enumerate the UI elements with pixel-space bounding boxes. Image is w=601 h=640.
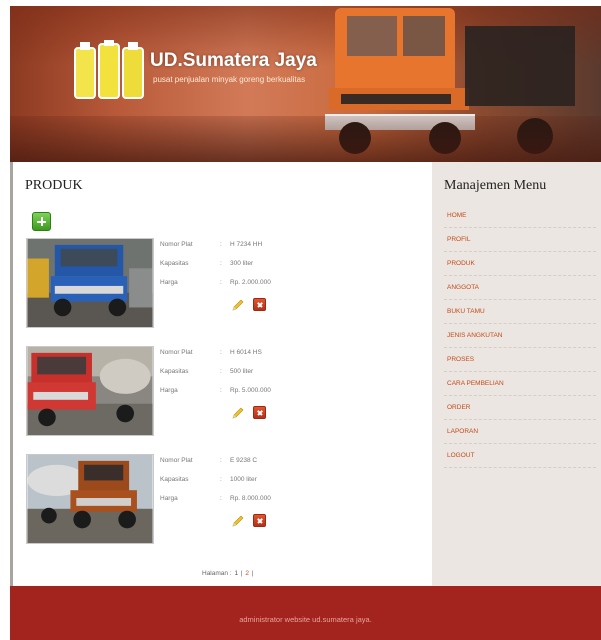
product-item: Nomor Plat : H 7234 HH Kapasitas : 300 l… [13,238,435,330]
product-kapasitas: 1000 liter [230,476,257,483]
site-tagline: pusat penjualan minyak goreng berkualita… [153,75,306,84]
sidebar-item-cara-pembelian[interactable]: CARA PEMBELIAN [444,372,596,396]
product-item: Nomor Plat : H 6014 HS Kapasitas : 500 l… [13,346,435,438]
page-link-2[interactable]: 2 [245,570,249,577]
product-image [26,346,154,436]
sidebar-item-produk[interactable]: PRODUK [444,252,596,276]
product-plat: H 6014 HS [230,349,262,356]
product-harga: Rp. 2.000.000 [230,279,271,286]
oil-bottles-logo [74,40,144,99]
product-image [26,454,154,544]
page-current: 1 [234,570,239,577]
sidebar-item-buku-tamu[interactable]: BUKU TAMU [444,300,596,324]
main-content: PRODUK Nomor Plat : H 7234 HH Kapasitas … [10,162,432,586]
site-header: UD.Sumatera Jaya pusat penjualan minyak … [10,6,601,162]
delete-icon[interactable] [253,298,266,311]
delete-icon[interactable] [253,406,266,419]
sidebar-title: Manajemen Menu [444,178,547,193]
sidebar-menu: HOME PROFIL PRODUK ANGGOTA BUKU TAMU JEN… [444,204,596,468]
sidebar-item-proses[interactable]: PROSES [444,348,596,372]
pagination-label: Halaman : [202,570,232,577]
site-brand: UD.Sumatera Jaya [150,50,317,71]
pagination: Halaman : 1 | 2 | [202,570,254,577]
product-kapasitas: 500 liter [230,368,254,375]
sidebar-item-profil[interactable]: PROFIL [444,228,596,252]
delete-icon[interactable] [253,514,266,527]
product-plat: E 9238 C [230,457,258,464]
sidebar-item-logout[interactable]: LOGOUT [444,444,596,468]
site-footer: administrator website ud.sumatera jaya. [10,586,601,640]
edit-icon[interactable] [231,514,245,528]
edit-icon[interactable] [231,298,245,312]
sidebar-item-order[interactable]: ORDER [444,396,596,420]
sidebar-item-anggota[interactable]: ANGGOTA [444,276,596,300]
page-title: PRODUK [25,178,83,193]
footer-text: administrator website ud.sumatera jaya. [239,615,372,624]
product-plat: H 7234 HH [230,241,263,248]
sidebar-item-home[interactable]: HOME [444,204,596,228]
product-harga: Rp. 5.000.000 [230,387,271,394]
sidebar-item-jenis-angkutan[interactable]: JENIS ANGKUTAN [444,324,596,348]
product-image [26,238,154,328]
product-item: Nomor Plat : E 9238 C Kapasitas : 1000 l… [13,454,435,546]
product-harga: Rp. 8.000.000 [230,495,271,502]
sidebar-item-laporan[interactable]: LAPORAN [444,420,596,444]
add-product-button[interactable] [32,212,51,231]
edit-icon[interactable] [231,406,245,420]
sidebar: Manajemen Menu HOME PROFIL PRODUK ANGGOT… [432,162,601,586]
product-kapasitas: 300 liter [230,260,254,267]
page: UD.Sumatera Jaya pusat penjualan minyak … [10,6,601,640]
